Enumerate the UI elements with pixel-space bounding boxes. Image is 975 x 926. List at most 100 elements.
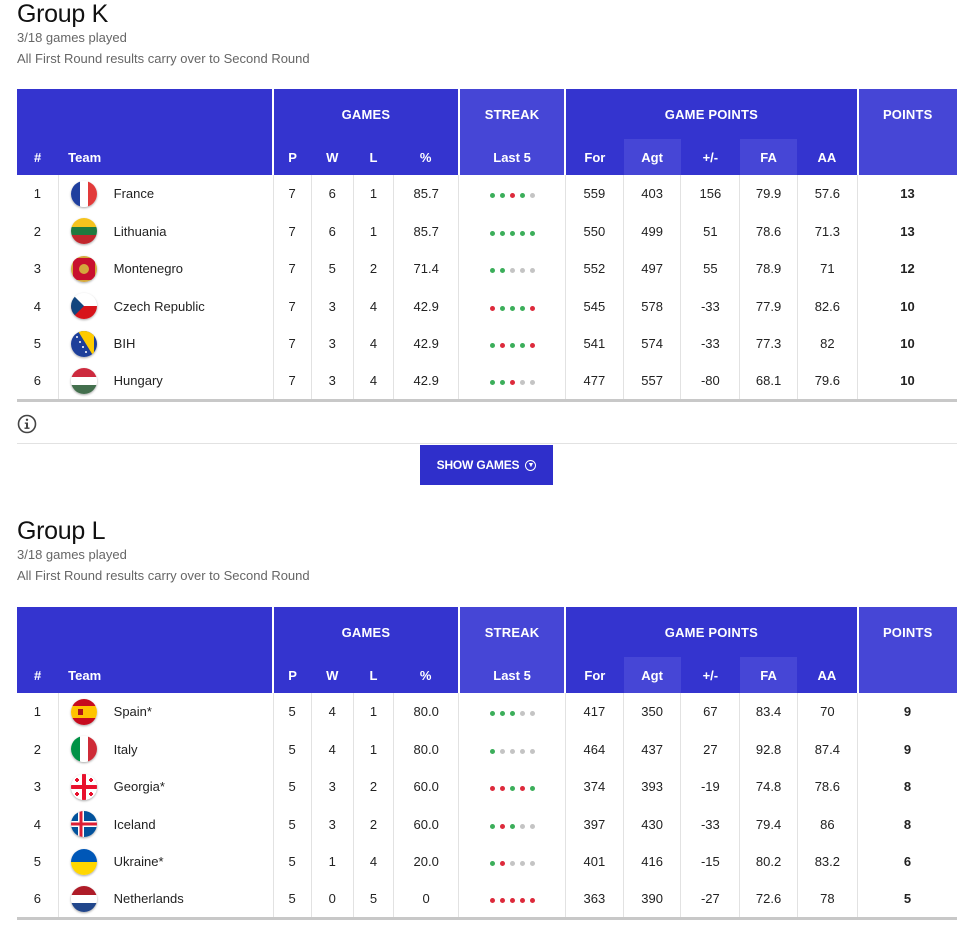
- agt-cell: 574: [622, 325, 681, 363]
- streak-dot-loss: [499, 898, 505, 903]
- table-row[interactable]: 5 Ukraine* 5 1 4 20.0 401 416 -15 80.2 83.2 6: [17, 843, 957, 881]
- group-k-games-played: 3/18 games played: [17, 30, 127, 45]
- points-cell: 5: [857, 880, 957, 920]
- pct-cell: 85.7: [393, 212, 459, 250]
- pct-cell: 60.0: [393, 805, 459, 843]
- streak-cell: [458, 805, 566, 843]
- aa-cell: 82.6: [796, 287, 858, 325]
- fa-cell: 78.6: [739, 212, 798, 250]
- losses-cell: 2: [352, 250, 394, 288]
- team-cell[interactable]: Lithuania: [57, 212, 274, 250]
- diff-cell: 67: [680, 693, 740, 731]
- team-cell[interactable]: Spain*: [57, 693, 274, 731]
- col-agt: Agt: [623, 139, 681, 175]
- team-name[interactable]: Spain*: [114, 704, 152, 719]
- show-games-label: SHOW GAMES: [436, 458, 520, 472]
- team-name[interactable]: France: [114, 186, 154, 201]
- streak-dot-none: [519, 748, 525, 754]
- diff-cell: -33: [680, 287, 740, 325]
- streak-dot-none: [509, 861, 515, 867]
- team-cell[interactable]: Netherlands: [57, 880, 274, 920]
- team-name[interactable]: Montenegro: [114, 261, 183, 276]
- team-name[interactable]: Netherlands: [114, 891, 184, 906]
- agt-cell: 350: [622, 693, 681, 731]
- played-cell: 7: [272, 212, 312, 250]
- table-row[interactable]: 4 Iceland 5 3 2 60.0 397 430 -33 79.4 86 8: [17, 805, 957, 843]
- czech-flag-icon: [70, 293, 97, 320]
- chevron-down-circle-icon: ▼: [525, 459, 537, 471]
- team-cell[interactable]: Hungary: [57, 362, 274, 402]
- rank-cell: 4: [33, 816, 41, 832]
- diff-cell: -80: [680, 362, 740, 402]
- team-name[interactable]: Ukraine*: [114, 854, 164, 869]
- streak-dot-win: [499, 711, 505, 717]
- diff-cell: -15: [680, 843, 740, 881]
- group-l-games-played: 3/18 games played: [17, 547, 127, 562]
- team-cell[interactable]: France: [57, 175, 274, 213]
- streak-dot-loss: [489, 898, 495, 903]
- georgia-flag-icon: [70, 773, 97, 800]
- table-row[interactable]: 6 Hungary 7 3 4 42.9 477 557 -80 68.1 79.6 10: [17, 362, 957, 402]
- table-row[interactable]: 6 Netherlands 5 0 5 0 363 390 -27 72.6 78 5: [17, 880, 957, 920]
- agt-cell: 393: [622, 768, 681, 806]
- header-blank: [17, 89, 274, 139]
- table-row[interactable]: 1 France 7 6 1 85.7 559 403 156 79.9 57.6 13: [17, 175, 957, 213]
- col-fa: FA: [739, 657, 798, 693]
- streak-dot-none: [519, 380, 525, 385]
- streak-cell: [458, 843, 566, 881]
- info-icon[interactable]: [17, 414, 37, 434]
- fa-cell: 77.9: [739, 287, 798, 325]
- played-cell: 7: [272, 325, 312, 363]
- team-name[interactable]: Georgia*: [114, 779, 165, 794]
- streak-dot-win: [509, 305, 515, 311]
- played-cell: 5: [272, 768, 312, 806]
- team-name[interactable]: Czech Republic: [114, 299, 205, 314]
- rank-cell: 5: [33, 336, 41, 352]
- team-cell[interactable]: BIH: [57, 325, 274, 363]
- wins-cell: 3: [310, 805, 354, 843]
- played-cell: 7: [272, 287, 312, 325]
- table-row[interactable]: 4 Czech Republic 7 3 4 42.9 545 578 -33 77.9 82.6 1…: [17, 287, 957, 325]
- diff-cell: -33: [680, 805, 740, 843]
- team-name[interactable]: Hungary: [114, 373, 163, 388]
- col-diff: +/-: [680, 657, 740, 693]
- col-pct: %: [393, 139, 459, 175]
- col-team: Team: [58, 139, 274, 175]
- played-cell: 7: [272, 250, 312, 288]
- wins-cell: 3: [310, 768, 354, 806]
- streak-dot-none: [529, 748, 535, 754]
- table-row[interactable]: 2 Italy 5 4 1 80.0 464 437 27 92.8 87.4 9: [17, 730, 957, 768]
- team-name[interactable]: Italy: [114, 742, 138, 757]
- table-row[interactable]: 2 Lithuania 7 6 1 85.7 550 499 51 78.6 71.3 13: [17, 212, 957, 250]
- for-cell: 374: [564, 768, 624, 806]
- table-row[interactable]: 1 Spain* 5 4 1 80.0 417 350 67 83.4 70 9: [17, 693, 957, 731]
- streak-dot-none: [519, 861, 525, 867]
- table-row[interactable]: 3 Montenegro 7 5 2 71.4 552 497 55 78.9 71 12: [17, 250, 957, 288]
- team-name[interactable]: Lithuania: [114, 224, 167, 239]
- pct-cell: 42.9: [393, 325, 459, 363]
- streak-cell: [458, 768, 566, 806]
- streak-cell: [458, 880, 566, 920]
- pct-cell: 42.9: [393, 287, 459, 325]
- team-cell[interactable]: Georgia*: [57, 768, 274, 806]
- streak-dot-win: [519, 193, 525, 199]
- team-cell[interactable]: Iceland: [57, 805, 274, 843]
- ukraine-flag-icon: [70, 848, 97, 875]
- show-games-button[interactable]: SHOW GAMES ▼: [420, 445, 553, 485]
- team-cell[interactable]: Italy: [57, 730, 274, 768]
- fa-cell: 80.2: [739, 843, 798, 881]
- rank-cell: 6: [17, 880, 59, 920]
- streak-dot-loss: [509, 898, 515, 903]
- team-cell[interactable]: Czech Republic: [57, 287, 274, 325]
- streak-cell: [458, 175, 566, 213]
- team-name[interactable]: Iceland: [114, 817, 156, 832]
- team-cell[interactable]: Montenegro: [57, 250, 274, 288]
- streak-dot-loss: [529, 343, 535, 349]
- rank-cell: 3: [33, 779, 41, 795]
- losses-cell: 2: [352, 768, 394, 806]
- table-row[interactable]: 5 BIH 7 3 4 42.9 541 574 -33 77.3 82 10: [17, 325, 957, 363]
- header-points: POINTS: [856, 607, 957, 657]
- table-row[interactable]: 3 Georgia* 5 3 2 60.0 374 393 -19 74.8 78.6 8: [17, 768, 957, 806]
- team-name[interactable]: BIH: [114, 336, 136, 351]
- team-cell[interactable]: Ukraine*: [57, 843, 274, 881]
